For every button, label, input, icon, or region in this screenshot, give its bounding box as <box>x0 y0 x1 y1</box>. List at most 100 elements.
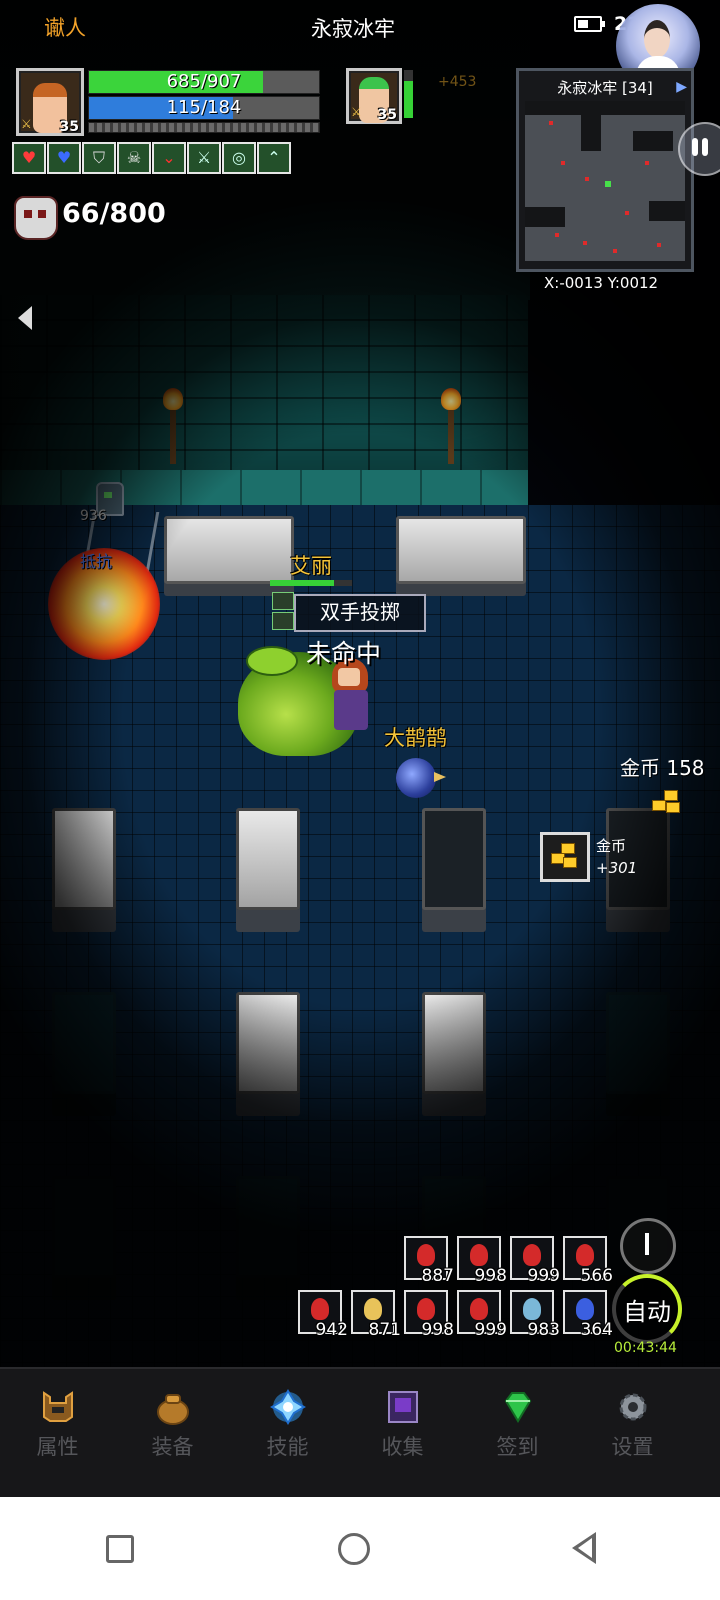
enemy-damage-number: 936 <box>80 508 107 524</box>
enemy-eye <box>104 492 112 498</box>
skill-name-tag: 双手投掷 <box>294 594 426 632</box>
experience-bar <box>88 122 320 133</box>
nav-item-settings[interactable]: 设置 <box>575 1369 690 1499</box>
skull-buff-icon[interactable]: ☠ <box>117 142 151 174</box>
stone-coffin <box>236 808 300 910</box>
hp-text: 685/907 <box>166 71 242 92</box>
blue-heart-buff-icon[interactable]: ♥ <box>47 142 81 174</box>
auto-battle-timer: 00:43:44 <box>614 1340 677 1356</box>
red-potion-icon <box>576 1244 594 1266</box>
stone-coffin <box>236 1176 300 1278</box>
player-portrait[interactable]: ⚔ 35 <box>16 68 84 136</box>
chevron-up-buff-icon[interactable]: ⌃ <box>257 142 291 174</box>
item-slot[interactable]: 999 <box>457 1290 507 1340</box>
item-slot[interactable]: 566 <box>563 1236 613 1286</box>
weapon-icon: ⚔ <box>21 117 32 131</box>
wall-ledge <box>0 470 528 508</box>
item-slot[interactable]: 871 <box>351 1290 401 1340</box>
nav-label: 装备 <box>151 1435 194 1459</box>
player-level: 35 <box>59 119 79 135</box>
item-count: 942 <box>315 1320 348 1340</box>
stone-coffin <box>606 992 670 1094</box>
item-count: 871 <box>368 1320 401 1340</box>
pickup-amount: +301 <box>596 859 638 877</box>
nav-item-skills[interactable]: 技能 <box>230 1369 345 1499</box>
minimap[interactable]: 永寂冰牢 [34] ▶ <box>516 68 694 272</box>
red-potion-icon <box>417 1244 435 1266</box>
home-button[interactable] <box>322 1519 382 1579</box>
battery-icon <box>574 16 605 32</box>
recent-apps-button[interactable] <box>88 1519 148 1579</box>
nav-item-collection[interactable]: 收集 <box>345 1369 460 1499</box>
minimap-enemy-dot <box>555 233 559 237</box>
nav-label: 设置 <box>611 1435 654 1459</box>
item-slot[interactable]: 998 <box>457 1236 507 1286</box>
collapse-arrow-icon[interactable] <box>18 306 32 330</box>
gold-pickup-toast: 金币 +301 <box>540 832 638 882</box>
mp-bar: 115/184 <box>88 96 320 120</box>
game-screen: 936 抵抗 艾丽 双手投掷 未命中 大鹊鹊 金币 158 金币 +301 谳人… <box>0 0 720 1600</box>
map-coordinates: X:-0013 Y:0012 <box>544 274 659 292</box>
sword-buff-icon[interactable]: ⚔ <box>187 142 221 174</box>
item-slot[interactable]: 983 <box>510 1290 560 1340</box>
stone-bench <box>164 516 294 584</box>
shield-buff-icon[interactable]: ⛉ <box>82 142 116 174</box>
coin-icon <box>664 790 678 801</box>
crystal-icon <box>270 1389 306 1425</box>
buff-bar: ♥ ♥ ⛉ ☠ ⌄ ⚔ ◎ ⌃ <box>12 142 291 174</box>
gold-coins-drop[interactable] <box>652 790 680 813</box>
ally-name-label: 艾丽 <box>290 554 332 578</box>
ally-level: 35 <box>377 107 397 123</box>
nav-item-checkin[interactable]: 签到 <box>460 1369 575 1499</box>
red-potion-icon <box>470 1244 488 1266</box>
torch-left <box>163 388 183 464</box>
stone-bench <box>396 516 526 584</box>
nav-label: 收集 <box>381 1435 424 1459</box>
ally-hp-bar <box>404 70 413 118</box>
item-slot[interactable]: 998 <box>404 1290 454 1340</box>
back-button[interactable] <box>556 1519 616 1579</box>
enemy-status-text: 抵抗 <box>80 552 113 571</box>
nav-item-equipment[interactable]: 装备 <box>115 1369 230 1499</box>
item-count: 998 <box>421 1320 454 1340</box>
item-count: 364 <box>580 1320 613 1340</box>
minimap-expand-icon[interactable]: ▶ <box>676 79 687 95</box>
pause-timer-button[interactable] <box>620 1218 676 1274</box>
item-slot[interactable]: 887 <box>404 1236 454 1286</box>
fish-icon <box>523 1298 541 1320</box>
item-count: 566 <box>580 1266 613 1286</box>
item-slot[interactable]: 942 <box>298 1290 348 1340</box>
coin-icon <box>652 800 666 811</box>
auto-battle-button[interactable]: 自动 <box>612 1274 682 1344</box>
blue-potion-icon <box>576 1298 594 1320</box>
magpie-pet <box>396 758 446 798</box>
heart-buff-icon[interactable]: ♥ <box>12 142 46 174</box>
book-icon <box>388 1391 418 1423</box>
stone-coffin <box>236 992 300 1094</box>
helmet-icon <box>43 1391 73 1422</box>
gem-icon <box>504 1392 532 1423</box>
red-v-buff-icon[interactable]: ⌄ <box>152 142 186 174</box>
pet-name-label: 大鹊鹊 <box>384 726 447 750</box>
hp-bar: 685/907 <box>88 70 320 94</box>
item-count: 983 <box>527 1320 560 1340</box>
nav-label: 属性 <box>36 1435 79 1459</box>
mp-text: 115/184 <box>166 97 242 118</box>
red-potion-icon <box>311 1298 329 1320</box>
target-buff-icon[interactable]: ◎ <box>222 142 256 174</box>
nav-label: 技能 <box>266 1435 309 1459</box>
ally-portrait[interactable]: ⚔ 35 <box>346 68 402 124</box>
red-potion-icon <box>523 1244 541 1266</box>
item-slot[interactable]: 999 <box>510 1236 560 1286</box>
gear-icon <box>619 1393 647 1421</box>
gold-total-label: 金币 158 <box>620 756 705 780</box>
skull-icon <box>14 196 58 240</box>
minimap-wall <box>525 207 565 227</box>
coin-icon <box>666 802 680 813</box>
open-coffin <box>422 808 486 910</box>
pickup-item-name: 金币 <box>596 837 627 855</box>
bag-icon <box>157 1394 189 1425</box>
scroll-icon <box>364 1298 382 1320</box>
nav-item-attributes[interactable]: 属性 <box>0 1369 115 1499</box>
item-slot[interactable]: 364 <box>563 1290 613 1340</box>
